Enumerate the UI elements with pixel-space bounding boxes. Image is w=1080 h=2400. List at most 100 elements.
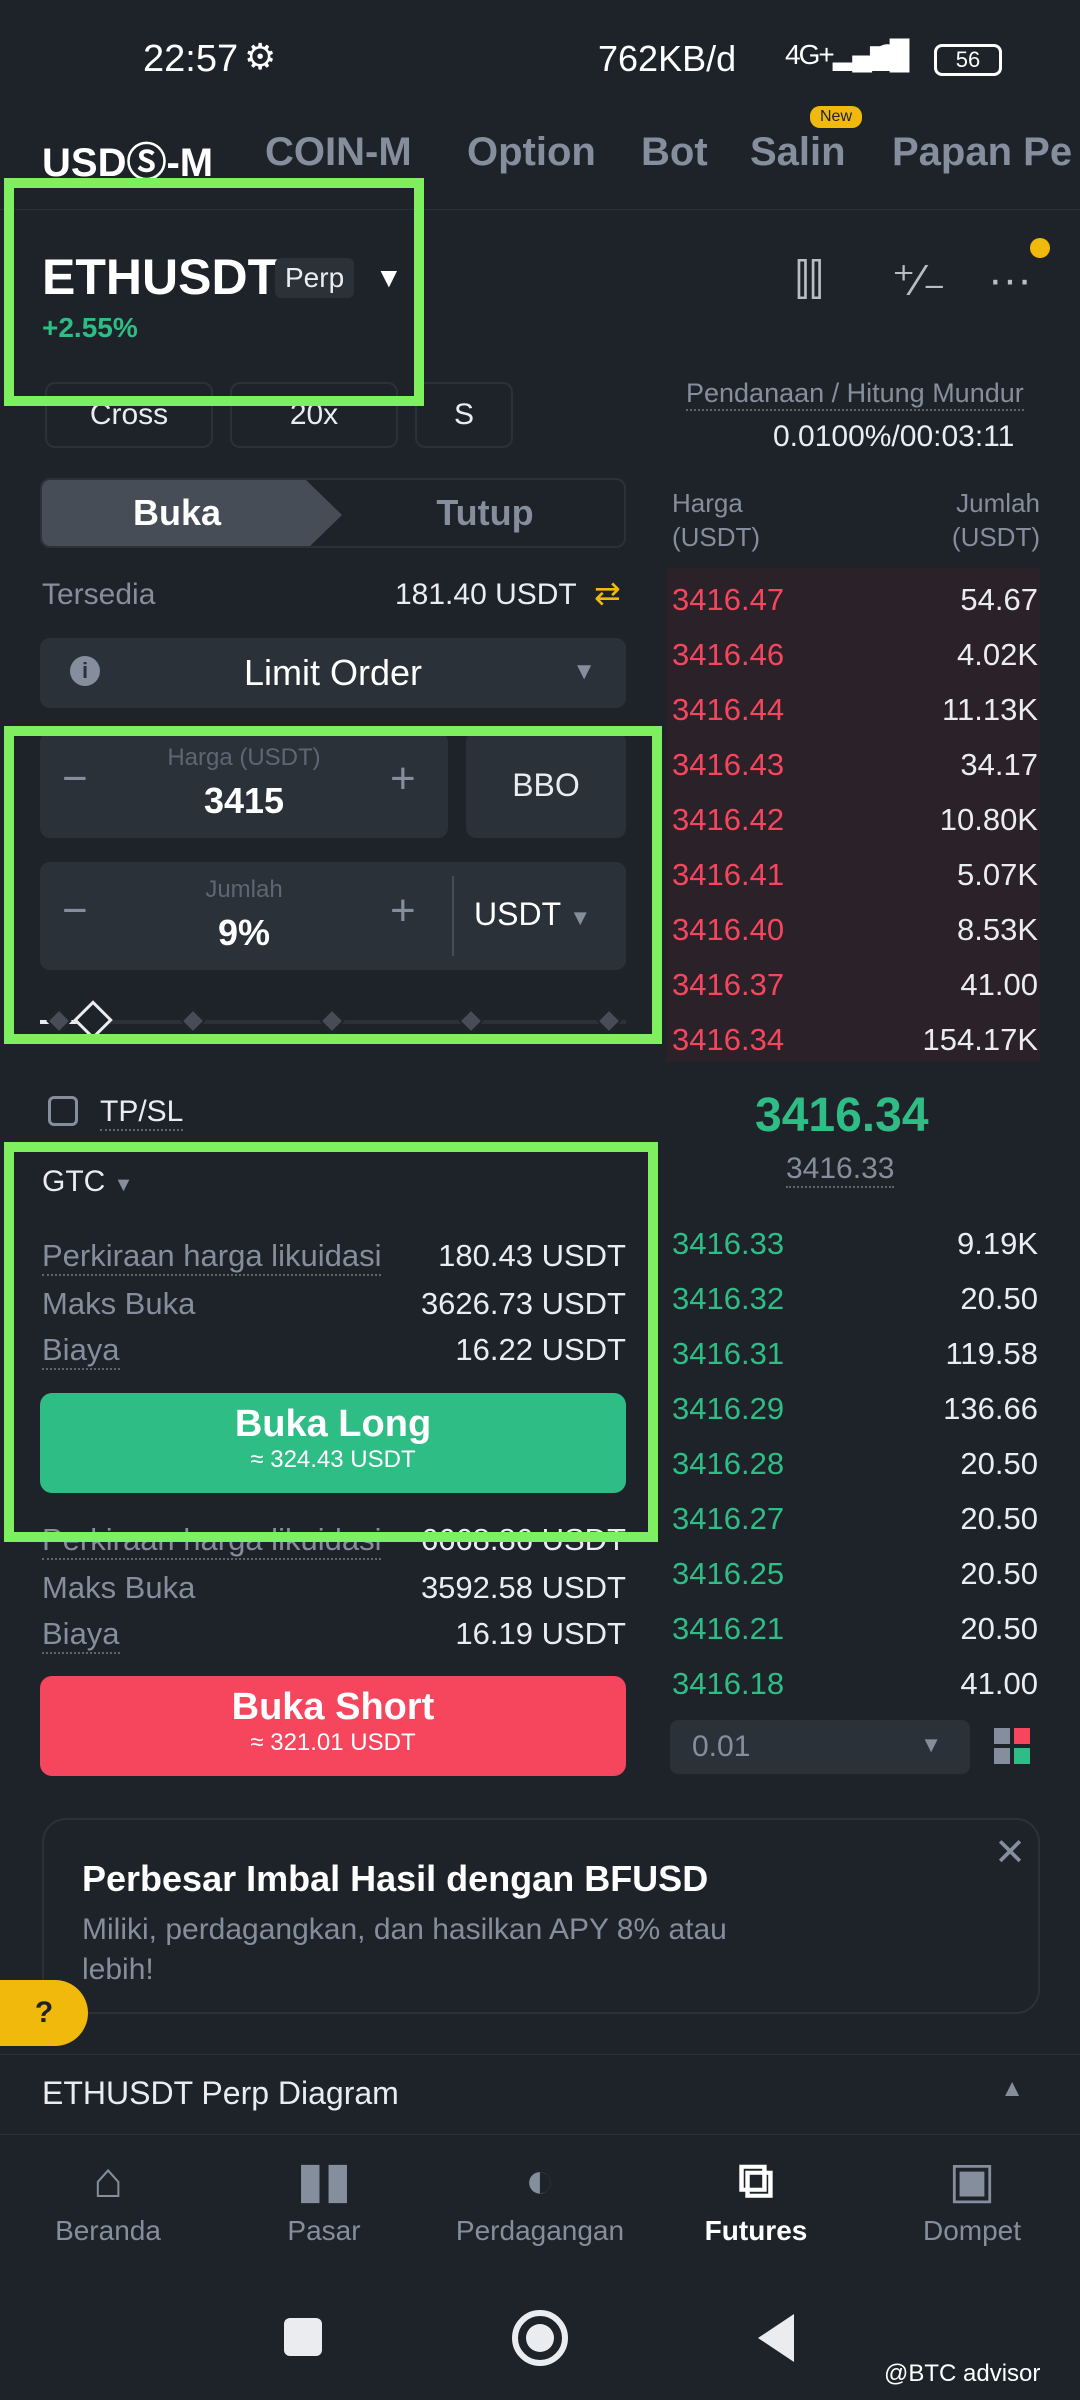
chevron-down-icon: ▼ (569, 905, 592, 930)
banner-title: Perbesar Imbal Hasil dengan BFUSD (82, 1858, 709, 1899)
ask-price: 3416.42 (672, 802, 785, 837)
gift-icon[interactable]: ? (0, 1980, 88, 2046)
chevron-down-icon: ▼ (920, 1732, 942, 1757)
plus-icon[interactable]: + (390, 886, 416, 936)
order-type-select[interactable]: i Limit Order ▼ (40, 638, 626, 708)
qty-header-unit: (USDT) (951, 522, 1040, 552)
tpsl-label[interactable]: TP/SL (100, 1095, 184, 1131)
ask-row[interactable]: 3416.47 54.67 (670, 572, 1040, 627)
market-tabs: USDⓈ-M COIN-M Option Bot Salin Papan Pe (0, 120, 1080, 210)
bid-row[interactable]: 3416.29 136.66 (670, 1381, 1040, 1436)
tpsl-checkbox[interactable] (48, 1096, 78, 1126)
amount-value[interactable]: 9% (110, 912, 378, 954)
ask-row[interactable]: 3416.43 34.17 (670, 737, 1040, 792)
ask-row[interactable]: 3416.41 5.07K (670, 847, 1040, 902)
back-icon[interactable] (758, 2314, 794, 2362)
symbol-dropdown-icon[interactable]: ▼ (375, 262, 403, 294)
close-tab[interactable]: Tutup (342, 480, 624, 546)
slider-step-100[interactable] (596, 1008, 622, 1034)
slider-step-50[interactable] (319, 1008, 345, 1034)
unit-select[interactable]: USDT ▼ (474, 896, 591, 933)
bid-row[interactable]: 3416.31 119.58 (670, 1326, 1040, 1381)
nav-futures[interactable]: ⧉ Futures (648, 2145, 864, 2247)
slider-step-0[interactable] (46, 1008, 72, 1034)
open-tab[interactable]: Buka (42, 480, 342, 546)
bid-qty: 20.50 (960, 1281, 1038, 1316)
chart-section-header[interactable]: ETHUSDT Perp Diagram ▲ (0, 2054, 1080, 2134)
bid-row[interactable]: 3416.32 20.50 (670, 1271, 1040, 1326)
slider-step-75[interactable] (458, 1008, 484, 1034)
ask-price: 3416.46 (672, 637, 785, 672)
bid-row[interactable]: 3416.33 9.19K (670, 1216, 1040, 1271)
bid-row[interactable]: 3416.27 20.50 (670, 1491, 1040, 1546)
long-button-label: Buka Long (234, 1403, 432, 1445)
tif-select[interactable]: GTC ▼ (42, 1165, 133, 1199)
nav-perdagangan[interactable]: ◐ Perdagangan (432, 2145, 648, 2247)
price-value[interactable]: 3415 (110, 780, 378, 822)
slider-step-25[interactable] (180, 1008, 206, 1034)
transfer-icon[interactable]: ⇄ (594, 574, 621, 612)
home-button-icon[interactable] (512, 2310, 568, 2366)
long-max-label: Maks Buka (42, 1286, 196, 1321)
bid-qty: 20.50 (960, 1446, 1038, 1481)
tab-coin-m[interactable]: COIN-M (265, 130, 412, 175)
minus-icon[interactable]: − (62, 754, 88, 804)
chevron-up-icon: ▲ (1000, 2075, 1024, 2102)
tab-option[interactable]: Option (467, 130, 596, 175)
tab-papan[interactable]: Papan Pe (892, 130, 1072, 175)
close-icon[interactable]: ✕ (994, 1830, 1026, 1875)
calculator-icon[interactable]: ⁺⁄₋ (892, 255, 946, 306)
nav-dompet[interactable]: ▣ Dompet (864, 2145, 1080, 2247)
bid-price: 3416.18 (672, 1666, 785, 1701)
trade-icon: ◐ (524, 2152, 556, 2208)
tab-usds-m[interactable]: USDⓈ-M (42, 130, 213, 188)
more-icon[interactable]: ··· (988, 255, 1032, 305)
bid-qty: 20.50 (960, 1611, 1038, 1646)
ask-row[interactable]: 3416.37 41.00 (670, 957, 1040, 1012)
amount-input[interactable]: − Jumlah 9% + USDT ▼ (40, 862, 626, 970)
candlestick-icon[interactable]: ⫿⫿ (795, 255, 823, 305)
ask-row[interactable]: 3416.44 11.13K (670, 682, 1040, 737)
funding-label[interactable]: Pendanaan / Hitung Mundur (686, 378, 1024, 411)
leverage-button[interactable]: 20x (230, 382, 398, 448)
ask-row[interactable]: 3416.34 154.17K (670, 1012, 1040, 1067)
price-input[interactable]: − Harga (USDT) 3415 + (40, 732, 448, 838)
ask-row[interactable]: 3416.42 10.80K (670, 792, 1040, 847)
mark-price[interactable]: 3416.33 (786, 1152, 895, 1188)
minus-icon[interactable]: − (62, 886, 88, 936)
tab-bot[interactable]: Bot (641, 130, 708, 175)
bid-row[interactable]: 3416.28 20.50 (670, 1436, 1040, 1491)
bbo-button[interactable]: BBO (466, 732, 626, 838)
nav-pasar[interactable]: ▮▮ Pasar (216, 2145, 432, 2247)
orderbook-layout-icon[interactable] (994, 1728, 1030, 1764)
symbol-name[interactable]: ETHUSDT (42, 248, 278, 306)
bid-row[interactable]: 3416.21 20.50 (670, 1601, 1040, 1656)
bid-row[interactable]: 3416.18 41.00 (670, 1656, 1040, 1711)
promo-banner[interactable]: Perbesar Imbal Hasil dengan BFUSD Miliki… (42, 1818, 1040, 2014)
tab-salin[interactable]: Salin (750, 130, 846, 175)
asset-mode-button[interactable]: S (415, 382, 513, 448)
chevron-down-icon: ▼ (113, 1174, 134, 1196)
recents-icon[interactable] (284, 2318, 322, 2356)
ask-price: 3416.43 (672, 747, 785, 782)
bid-row[interactable]: 3416.25 20.50 (670, 1546, 1040, 1601)
ask-row[interactable]: 3416.40 8.53K (670, 902, 1040, 957)
plus-icon[interactable]: + (390, 754, 416, 804)
nav-beranda[interactable]: ⌂ Beranda (0, 2145, 216, 2247)
long-liq-value: 180.43 USDT (438, 1238, 626, 1273)
bid-qty: 20.50 (960, 1501, 1038, 1536)
slider-thumb[interactable] (72, 1000, 113, 1040)
ask-price: 3416.37 (672, 967, 785, 1002)
home-icon: ⌂ (92, 2152, 124, 2208)
order-type-label: Limit Order (243, 652, 423, 693)
open-short-button[interactable]: Buka Short ≈ 321.01 USDT (40, 1676, 626, 1776)
last-price[interactable]: 3416.34 (755, 1088, 929, 1143)
ask-qty: 11.13K (942, 692, 1038, 727)
battery-icon: 56 (934, 44, 1002, 76)
available-value: 181.40 USDT (395, 578, 577, 611)
margin-mode-button[interactable]: Cross (45, 382, 213, 448)
open-long-button[interactable]: Buka Long ≈ 324.43 USDT (40, 1393, 626, 1493)
tick-size-select[interactable]: 0.01 ▼ (670, 1720, 970, 1774)
ask-qty: 54.67 (960, 582, 1038, 617)
ask-row[interactable]: 3416.46 4.02K (670, 627, 1040, 682)
